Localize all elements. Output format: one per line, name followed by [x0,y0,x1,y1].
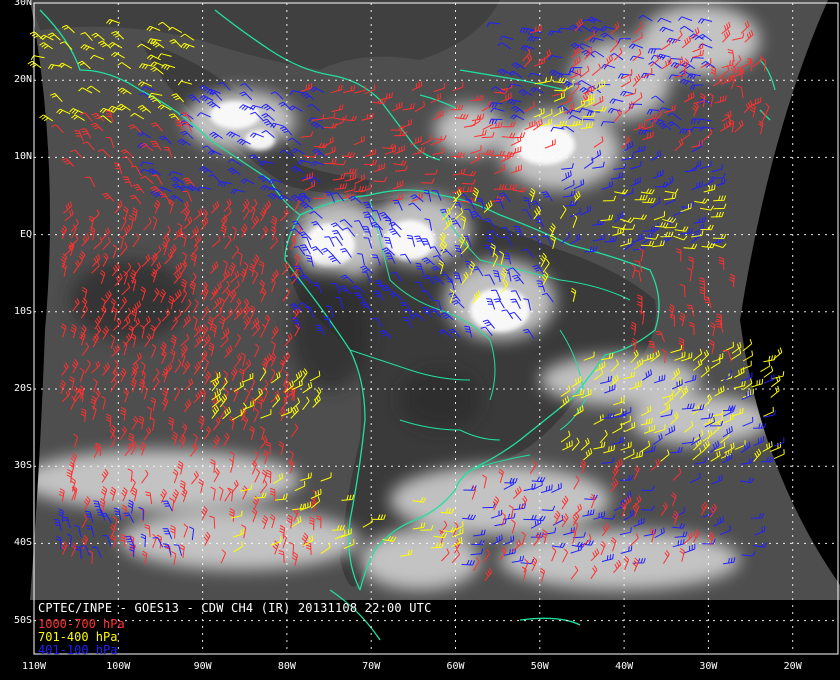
lat-label: 20N [13,74,32,86]
wind-barb [771,375,781,388]
lon-label: 90W [193,661,212,672]
lon-label: 100W [106,661,131,672]
lat-label: 20S [13,383,32,394]
image-caption: CPTEC/INPE - GOES13 - CDW CH4 (IR) 20131… [38,601,432,615]
lon-label: 50W [530,661,549,672]
wind-barb [763,354,776,363]
legend-item-high: 401-100 hPa [38,643,118,657]
wind-barb [770,385,780,398]
lon-label: 80W [277,661,296,672]
lat-label: 10S [13,305,32,317]
lon-label: 110W [21,661,47,672]
lat-label: 50S [13,614,32,626]
lat-label: 40S [13,537,32,549]
lon-label: 70W [362,661,381,672]
lat-label: 10N [13,151,32,163]
wind-barb [773,437,785,447]
wind-barb [751,378,764,388]
lat-label: 30S [13,460,32,472]
satellite-image [27,0,840,655]
pressure-legend: 1000-700 hPa 701-400 hPa 401-100 hPa [38,618,125,657]
lon-label: 30W [699,661,718,672]
lon-label: 60W [446,661,465,672]
lon-label: 20W [783,661,802,672]
lat-label: EQ [19,228,32,240]
lat-label: 30N [13,0,32,8]
satellite-map: 30N 20N 10N EQ 10S 20S 30S 40S 50S 110W 100W 90W 80… [0,0,840,680]
lon-label: 40W [615,661,634,672]
wind-barb [773,449,785,460]
wind-barb [760,361,771,373]
